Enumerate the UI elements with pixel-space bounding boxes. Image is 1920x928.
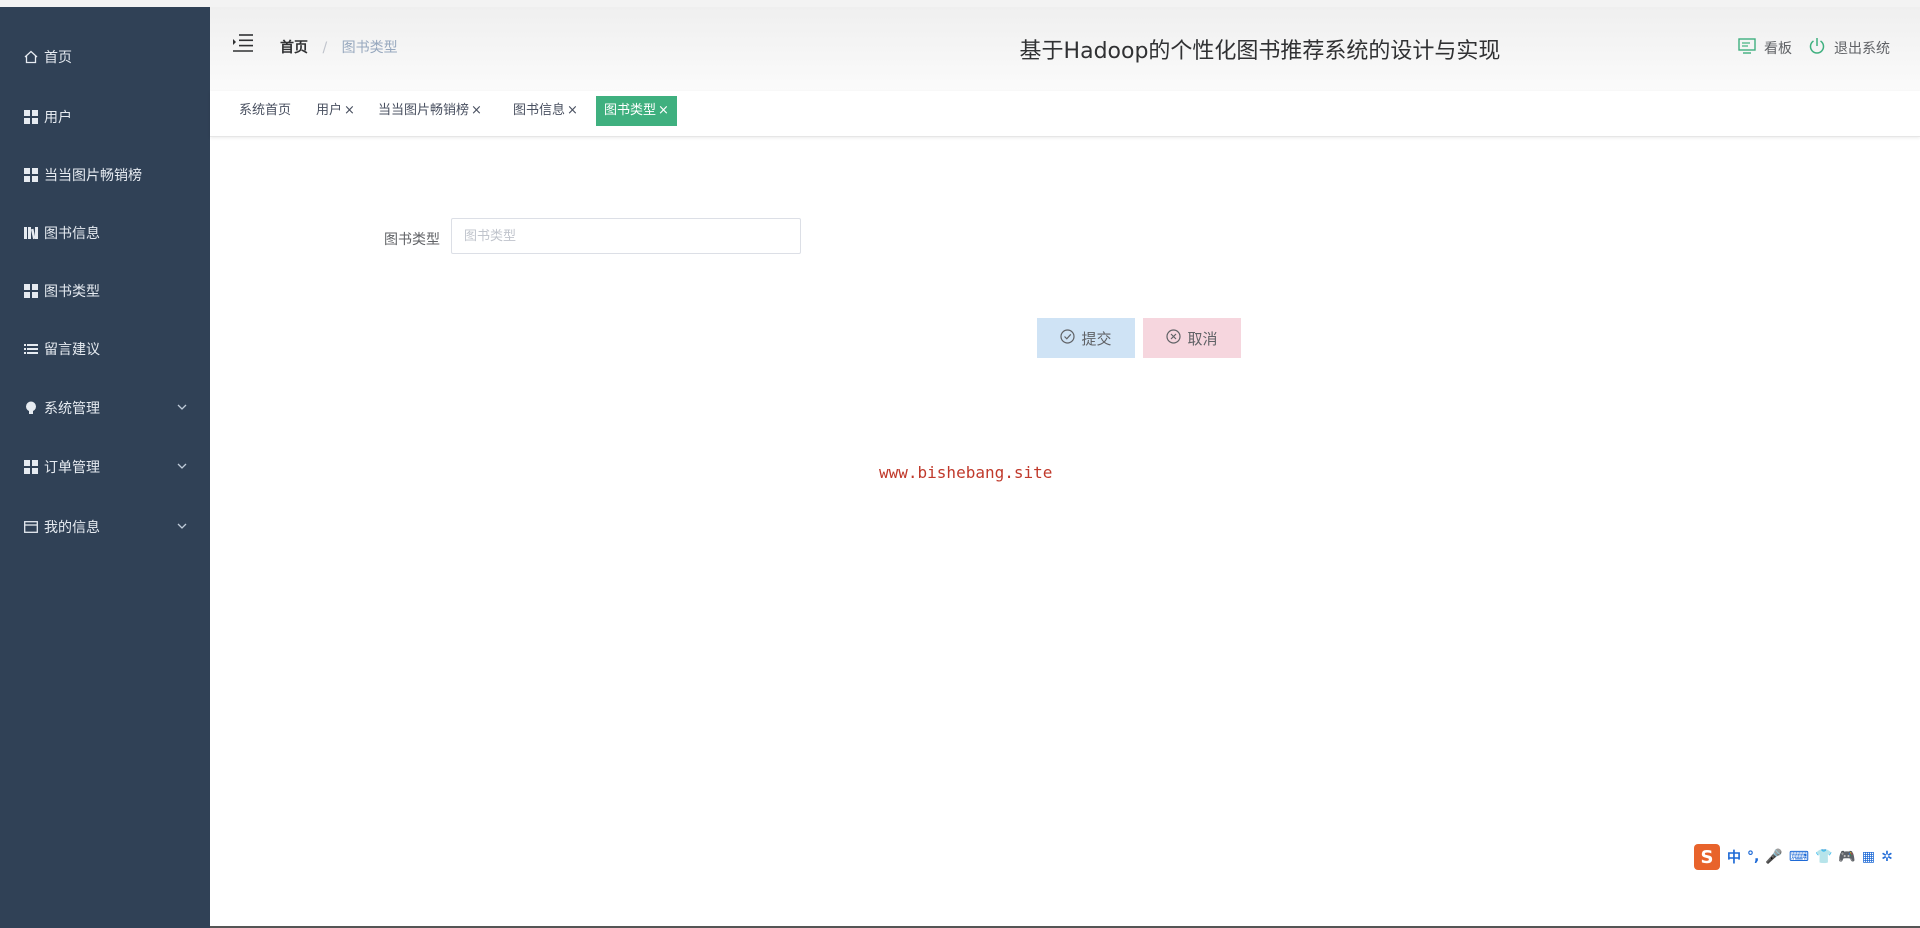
chevron-down-icon [176,460,188,476]
sidebar-item-label: 我的信息 [44,520,100,536]
tag-label: 用户 [316,103,343,118]
watermark-text: www.bishebang.site [879,463,1053,482]
sogou-logo-icon[interactable]: S [1694,844,1720,870]
list-icon [24,342,38,356]
sidebar-item-label: 用户 [44,110,72,126]
ime-keyboard-icon[interactable]: ⌨ [1789,849,1809,865]
ime-chinese-mode[interactable]: 中 [1727,847,1741,867]
sidebar-item-book-info[interactable]: 图书信息 [0,213,210,253]
card-icon [24,520,38,534]
close-icon[interactable]: × [471,103,482,118]
grid-icon [24,110,38,124]
header-actions: 看板 退出系统 [1722,37,1890,59]
sidebar-item-home[interactable]: 首页 [0,37,210,77]
breadcrumb: 首页 / 图书类型 [280,37,398,57]
monitor-icon [1738,38,1764,58]
sidebar-item-my-info[interactable]: 我的信息 [0,507,210,547]
x-circle-icon [1166,328,1187,348]
logout-label: 退出系统 [1834,41,1890,57]
grid-icon [24,460,38,474]
close-icon[interactable]: × [658,103,669,118]
hamburger-icon[interactable] [232,33,254,53]
book-type-label: 图书类型 [384,232,440,248]
power-icon [1808,37,1834,59]
close-icon[interactable]: × [567,103,578,118]
breadcrumb-home[interactable]: 首页 [280,40,308,56]
sidebar-item-system[interactable]: 系统管理 [0,388,210,428]
tags-bar: 系统首页 用户 × 当当图片畅销榜 × 图书信息 × 图书类型 × [210,91,1920,137]
ime-punctuation-icon[interactable]: °, [1747,849,1759,865]
breadcrumb-current: 图书类型 [341,40,398,56]
tag-label: 图书类型 [604,103,657,118]
sidebar-item-label: 图书信息 [44,226,100,242]
ime-settings-icon[interactable]: ✲ [1881,849,1893,865]
grid-icon [24,168,38,182]
grid-icon [24,284,38,298]
cancel-button[interactable]: 取消 [1143,318,1241,358]
board-link[interactable]: 看板 [1738,38,1792,58]
tag-users[interactable]: 用户 × [308,96,363,126]
tag-book-type[interactable]: 图书类型 × [596,96,677,126]
sidebar-item-label: 图书类型 [44,284,100,300]
sidebar-item-label: 系统管理 [44,401,100,417]
submit-label: 提交 [1081,329,1112,348]
top-strip [0,0,1920,7]
books-icon [24,226,38,240]
logout-link[interactable]: 退出系统 [1808,37,1890,59]
ime-toolbox-icon[interactable]: ▦ [1862,849,1875,865]
board-label: 看板 [1764,41,1792,57]
header: 首页 / 图书类型 基于Hadoop的个性化图书推荐系统的设计与实现 看板 退出… [210,7,1920,91]
tag-bestseller[interactable]: 当当图片畅销榜 × [370,96,490,126]
sidebar-item-label: 订单管理 [44,460,100,476]
chevron-down-icon [176,520,188,536]
chevron-down-icon [176,401,188,417]
ime-mic-icon[interactable]: 🎤 [1765,849,1782,865]
sidebar: 首页 用户 当当图片畅销榜 图书信息 图书类型 留言建议 系统管理 订单管理 我… [0,7,210,928]
sidebar-item-label: 当当图片畅销榜 [44,168,142,184]
tag-home[interactable]: 系统首页 [231,96,299,126]
bulb-icon [24,401,38,415]
close-icon[interactable]: × [344,103,355,118]
check-circle-icon [1060,328,1081,348]
sidebar-item-book-type[interactable]: 图书类型 [0,271,210,311]
ime-game-icon[interactable]: 🎮 [1838,849,1855,865]
sidebar-item-users[interactable]: 用户 [0,97,210,137]
sidebar-item-label: 留言建议 [44,342,100,358]
page-title: 基于Hadoop的个性化图书推荐系统的设计与实现 [1019,39,1501,64]
submit-button[interactable]: 提交 [1037,318,1135,358]
tag-label: 系统首页 [239,103,292,118]
breadcrumb-separator: / [322,40,328,56]
sidebar-item-bestseller[interactable]: 当当图片畅销榜 [0,155,210,195]
sidebar-item-orders[interactable]: 订单管理 [0,447,210,487]
tag-label: 当当图片畅销榜 [378,103,470,118]
sidebar-item-label: 首页 [44,50,72,66]
tag-label: 图书信息 [513,103,566,118]
home-icon [24,50,38,64]
tag-book-info[interactable]: 图书信息 × [505,96,586,126]
cancel-label: 取消 [1187,329,1218,348]
ime-toolbar[interactable]: S 中 °, 🎤 ⌨ 👕 🎮 ▦ ✲ [1694,843,1920,871]
book-type-input[interactable] [451,218,801,254]
sidebar-item-feedback[interactable]: 留言建议 [0,329,210,369]
ime-skin-icon[interactable]: 👕 [1815,849,1832,865]
